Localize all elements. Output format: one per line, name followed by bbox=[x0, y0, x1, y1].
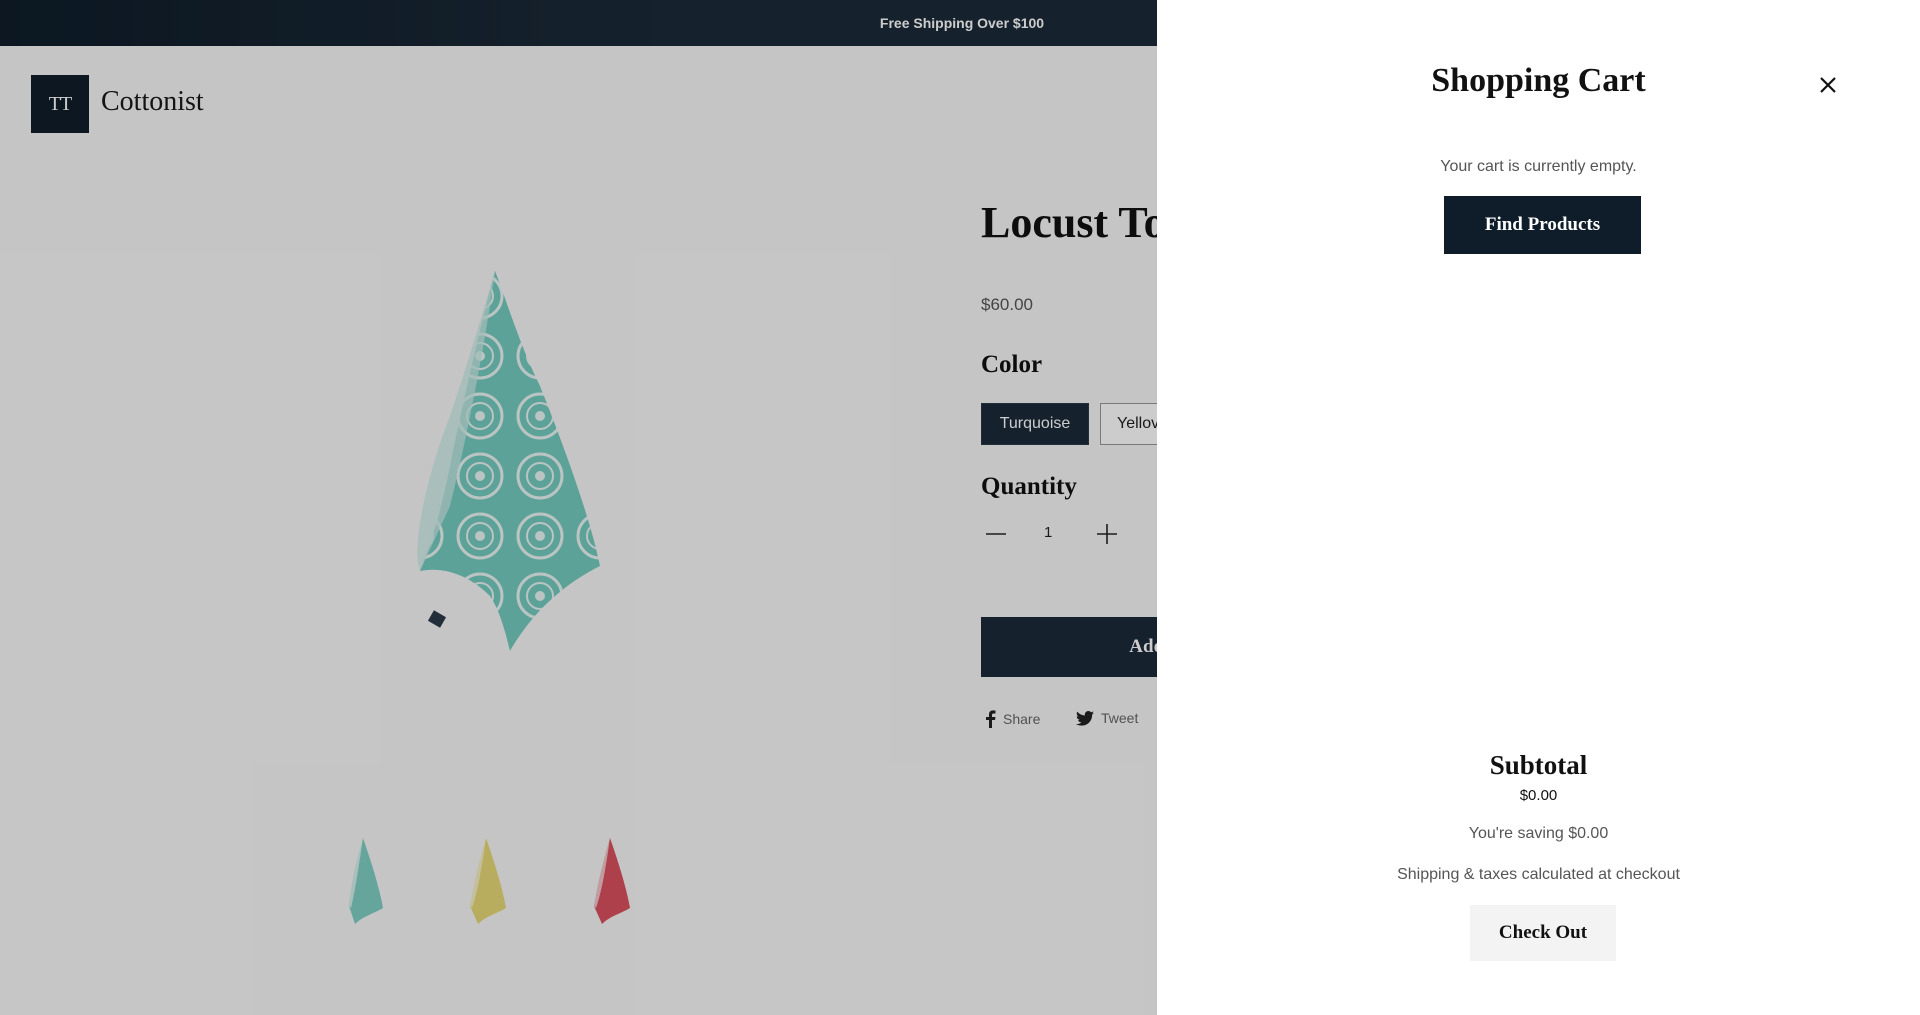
cart-title: Shopping Cart bbox=[1431, 62, 1646, 99]
subtotal-label: Subtotal bbox=[1489, 750, 1588, 780]
shipping-note: Shipping & taxes calculated at checkout bbox=[1397, 866, 1680, 883]
find-products-button[interactable]: Find Products bbox=[1444, 196, 1641, 254]
close-icon[interactable] bbox=[1814, 71, 1842, 99]
page-dim-overlay[interactable] bbox=[0, 0, 1157, 1015]
cart-drawer: Shopping Cart Your cart is currently emp… bbox=[1157, 0, 1920, 1015]
checkout-button[interactable]: Check Out bbox=[1470, 905, 1616, 961]
saving-text: You're saving $0.00 bbox=[1468, 825, 1609, 842]
subtotal-value: $0.00 bbox=[1519, 787, 1558, 804]
cart-empty-message: Your cart is currently empty. bbox=[1440, 158, 1637, 175]
product-page: Free Shipping Over $100 TT Cottonist Loc… bbox=[0, 0, 1920, 1015]
